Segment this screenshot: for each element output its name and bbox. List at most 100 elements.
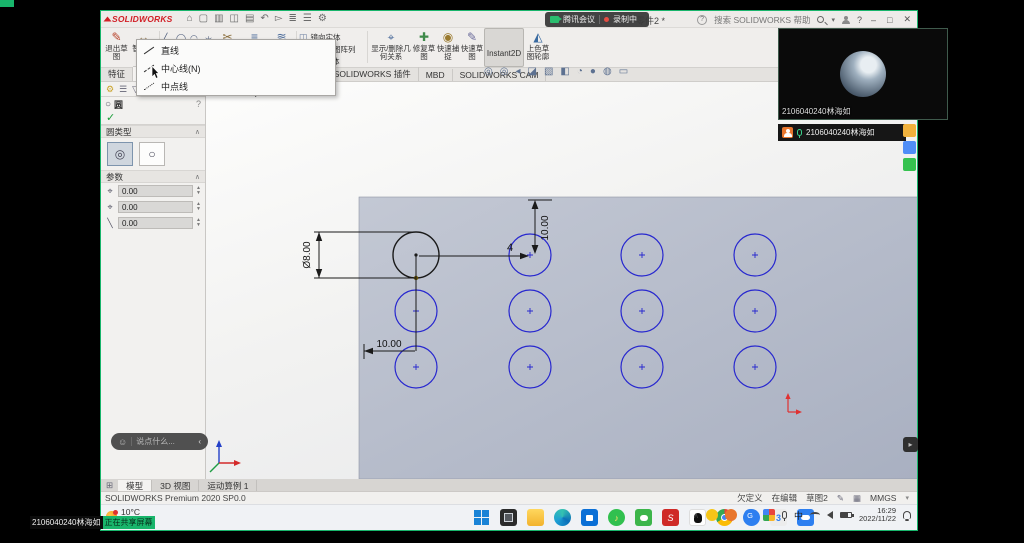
music-app-icon[interactable]: ♪	[608, 509, 625, 526]
zoom-fit-icon[interactable]: ◎	[484, 66, 493, 77]
minimize-button[interactable]: –	[869, 15, 878, 25]
dim-top-text[interactable]: 10.00	[540, 215, 551, 240]
pencil-icon[interactable]: ✎	[837, 493, 844, 504]
search-caret-icon[interactable]: ▾	[831, 16, 835, 24]
zoom-area-icon[interactable]: ◎	[500, 66, 509, 77]
task-view-icon[interactable]	[500, 509, 517, 526]
new-doc-icon[interactable]: ▢	[199, 14, 208, 24]
part-face[interactable]	[359, 197, 918, 479]
view-settings-icon[interactable]: ▭	[619, 66, 628, 77]
center-y-field[interactable]: 0.00	[118, 201, 193, 213]
pm-ok-button[interactable]: ✓	[101, 111, 205, 125]
solidworks-app-icon[interactable]: S	[662, 509, 679, 526]
menu-item-line[interactable]: 直线	[137, 41, 335, 59]
pm-help-icon[interactable]: ?	[196, 99, 201, 109]
center-circle-type-button[interactable]: ◎	[107, 142, 133, 166]
battery-icon[interactable]	[840, 512, 852, 518]
ime-indicator[interactable]: 中	[794, 509, 803, 522]
dim-gap-text[interactable]: 4	[507, 242, 513, 254]
print-icon[interactable]: ▤	[245, 14, 254, 24]
units-selector[interactable]: MMGS	[870, 493, 896, 503]
tab-3d-views[interactable]: 3D 视图	[152, 480, 199, 491]
dim-diameter-text[interactable]: Ø8.00	[302, 241, 313, 269]
volume-icon[interactable]	[827, 511, 833, 519]
close-button[interactable]: ✕	[901, 14, 913, 25]
repair-sketch-button[interactable]: ✚ 修复草图	[412, 28, 436, 67]
exit-sketch-button[interactable]: ✎ 退出草图	[103, 28, 130, 67]
rapid-sketch-button[interactable]: ✎ 快速草图	[460, 28, 484, 67]
hide-show-items-icon[interactable]: ◔	[577, 66, 583, 77]
center-x-field[interactable]: 0.00	[118, 185, 193, 197]
chat-collapse-icon[interactable]: ‹	[198, 437, 201, 446]
options-list-icon[interactable]: ☰	[303, 14, 312, 24]
undo-icon[interactable]: ↶	[260, 14, 268, 24]
sketch-viewport[interactable]: 4 10.00 Ø8.00	[206, 82, 918, 479]
meeting-floating-bar[interactable]: 腾讯会议 录制中	[545, 12, 649, 27]
previous-view-icon[interactable]: ◂	[515, 66, 520, 77]
pm-tab-tree[interactable]: ☰	[119, 84, 127, 95]
sheet-icon[interactable]: ▦	[853, 493, 861, 504]
section-parameters[interactable]: 参数 ∧	[101, 170, 205, 183]
select-icon[interactable]: ▻	[275, 14, 283, 24]
menu-item-centerline[interactable]: 中心线(N)	[137, 59, 335, 77]
microphone-icon[interactable]	[782, 511, 787, 519]
menu-item-midpoint-line[interactable]: 中点线	[137, 77, 335, 95]
tab-mbd[interactable]: MBD	[419, 69, 453, 81]
notification-bell-icon[interactable]	[903, 511, 911, 519]
edge-icon[interactable]	[554, 509, 571, 526]
shaded-contours-button[interactable]: ◭ 上色草图轮廓	[524, 28, 552, 67]
units-caret-icon[interactable]: ▾	[905, 494, 909, 502]
spinner[interactable]: ▲▼	[196, 202, 201, 212]
meeting-video-tile[interactable]: 2106040240林海如	[778, 28, 948, 120]
section-circle-type[interactable]: 圆类型 ∧	[101, 125, 205, 138]
side-chat-icon[interactable]	[903, 158, 916, 171]
instant2d-toggle[interactable]: Instant2D	[484, 28, 524, 67]
search-hint[interactable]: 搜索 SOLIDWORKS 帮助	[714, 14, 810, 26]
help-menu[interactable]: ?	[857, 15, 862, 25]
wifi-icon[interactable]	[810, 512, 820, 518]
graphics-area[interactable]: 零件2 (...	[206, 82, 918, 479]
settings-gear-icon[interactable]: ⚙	[318, 14, 327, 24]
tray-chevron-icon[interactable]: ∧	[693, 511, 699, 520]
save-icon[interactable]: ◫	[230, 14, 239, 24]
side-doc-icon[interactable]	[903, 124, 916, 137]
login-icon[interactable]	[842, 16, 850, 24]
emoji-icon[interactable]: ☺	[118, 437, 127, 447]
tray-app4-icon[interactable]	[763, 509, 775, 521]
spinner[interactable]: ▲▼	[196, 218, 201, 228]
dim-left-text[interactable]: 10.00	[376, 339, 401, 350]
meeting-participant-row[interactable]: 2106040240林海如	[778, 124, 906, 141]
tab-features[interactable]: 特征	[101, 67, 133, 81]
tab-model[interactable]: 模型	[118, 480, 152, 491]
clock[interactable]: 16:29 2022/11/22	[859, 507, 896, 524]
view-orientation-icon[interactable]: ▧	[544, 66, 553, 77]
apply-scene-icon[interactable]: ◍	[603, 66, 612, 77]
meeting-collapse-button[interactable]: ▸	[903, 437, 918, 452]
radius-field[interactable]: 0.00	[118, 217, 193, 229]
help-circle-icon[interactable]: ?	[697, 15, 707, 25]
quick-snap-button[interactable]: ◉ 快速捕捉	[436, 28, 460, 67]
start-button[interactable]	[473, 509, 490, 526]
file-explorer-icon[interactable]	[527, 509, 544, 526]
tab-motion-study[interactable]: 运动算例 1	[199, 480, 257, 491]
open-icon[interactable]: ▥	[214, 14, 223, 24]
home-icon[interactable]: ⌂	[187, 14, 193, 24]
edit-appearance-icon[interactable]: ●	[590, 66, 596, 77]
store-icon[interactable]	[581, 509, 598, 526]
display-style-icon[interactable]: ◧	[560, 66, 569, 77]
side-share-icon[interactable]	[903, 141, 916, 154]
chat-placeholder[interactable]: 说点什么...	[136, 436, 175, 447]
maximize-button[interactable]: □	[885, 15, 894, 25]
performance-icon[interactable]: ≣	[289, 14, 297, 24]
pm-tab-properties[interactable]: ⚙	[106, 84, 114, 95]
meeting-chat-bubble[interactable]: ☺ 说点什么... ‹	[111, 433, 208, 450]
search-icon[interactable]	[817, 16, 824, 23]
relations-button[interactable]: ⌖ 显示/删除几何关系	[370, 28, 412, 67]
tray-app1-icon[interactable]	[706, 509, 718, 521]
tab-grid-icon[interactable]: ⊞	[101, 480, 118, 491]
spinner[interactable]: ▲▼	[196, 186, 201, 196]
tray-app3-icon[interactable]: G	[744, 509, 756, 521]
tab-addins[interactable]: SOLIDWORKS 插件	[327, 67, 419, 81]
perimeter-circle-type-button[interactable]: ○	[139, 142, 165, 166]
tray-app2-icon[interactable]	[725, 509, 737, 521]
